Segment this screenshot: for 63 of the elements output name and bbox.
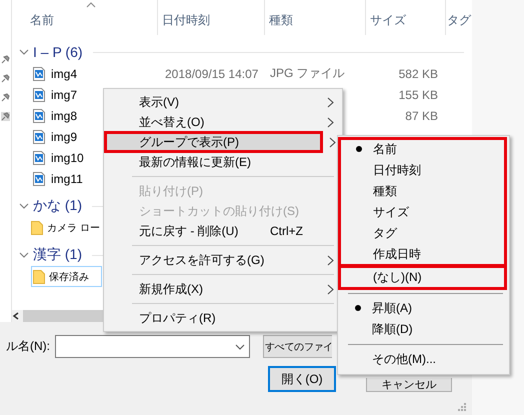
file-name[interactable]: img7 xyxy=(51,88,78,102)
image-file-icon xyxy=(33,88,45,102)
menu-item[interactable]: 新規作成(X) xyxy=(104,279,335,299)
image-file-icon xyxy=(33,108,45,122)
menu-item[interactable]: 元に戻す - 削除(U) Ctrl+Z xyxy=(104,221,335,241)
menu-item[interactable]: その他(M)... xyxy=(338,349,509,370)
menu-item[interactable]: 作成日時 xyxy=(339,244,506,265)
file-name-field[interactable] xyxy=(55,335,250,358)
file-name[interactable]: img9 xyxy=(51,130,78,144)
menu-item[interactable]: 降順(D) xyxy=(338,319,509,340)
group-header[interactable]: 漢字 (1) xyxy=(33,246,82,264)
menu-item[interactable]: 最新の情報に更新(E) xyxy=(104,152,335,172)
file-date: 2018/09/15 14:07 xyxy=(165,66,258,80)
file-size: 582 KB xyxy=(398,66,438,80)
chevron-down-icon[interactable] xyxy=(19,47,29,57)
cancel-button[interactable]: キャンセル xyxy=(366,378,452,392)
file-size: 87 KB xyxy=(405,108,438,122)
column-header[interactable]: サイズ xyxy=(366,0,446,35)
image-file-icon xyxy=(33,172,45,186)
file-name[interactable]: img8 xyxy=(51,108,78,122)
column-header[interactable]: 名前 xyxy=(12,0,158,35)
pin-icon xyxy=(1,55,10,64)
menu-item[interactable]: 日付時刻 xyxy=(339,160,506,181)
menu-item[interactable]: (なし)(N) xyxy=(339,267,506,288)
column-header[interactable]: 日付時刻 xyxy=(158,0,265,35)
group-header[interactable]: かな (1) xyxy=(33,197,82,215)
file-type: JPG ファイル xyxy=(270,66,345,80)
image-file-icon xyxy=(33,66,45,80)
file-type-dropdown[interactable]: すべてのファイ xyxy=(263,335,332,358)
menu-item[interactable]: サイズ xyxy=(339,202,506,223)
group-header[interactable]: I – P (6) xyxy=(33,44,83,60)
pin-icon xyxy=(1,74,10,83)
chevron-down-icon[interactable] xyxy=(19,250,29,260)
menu-item[interactable]: 昇順(A) xyxy=(338,298,509,319)
menu-item[interactable]: 表示(V) xyxy=(104,92,335,112)
menu-item[interactable]: 種類 xyxy=(339,181,506,202)
dropdown-caret-icon xyxy=(235,344,245,350)
menu-item[interactable]: プロパティ(R) xyxy=(104,308,335,328)
image-file-icon xyxy=(33,150,45,164)
menu-item[interactable]: 名前 xyxy=(339,139,506,160)
open-button[interactable]: 開く(O) xyxy=(268,366,336,392)
file-name-label: ル名(N): xyxy=(6,338,51,355)
chevron-down-icon[interactable] xyxy=(19,201,29,211)
file-name[interactable]: img10 xyxy=(51,150,84,164)
file-name[interactable]: img4 xyxy=(51,66,78,80)
file-name[interactable]: 保存済み xyxy=(49,270,89,284)
scroll-left-icon[interactable] xyxy=(12,312,20,320)
menu-item[interactable]: タグ xyxy=(339,223,506,244)
pin-icon xyxy=(1,93,10,102)
file-size: 155 KB xyxy=(398,88,438,102)
folder-icon xyxy=(33,270,45,284)
shortcut-label: Ctrl+Z xyxy=(270,224,303,238)
column-header[interactable]: 種類 xyxy=(265,0,366,35)
scrollbar-thumb[interactable] xyxy=(23,310,103,322)
menu-item[interactable]: 並べ替え(O) xyxy=(104,112,335,132)
file-name[interactable]: img11 xyxy=(51,172,83,186)
file-name[interactable]: カメラ ロー xyxy=(47,220,100,234)
resize-grip-icon[interactable] xyxy=(458,403,466,411)
column-header[interactable]: タグ xyxy=(446,0,472,35)
image-file-icon xyxy=(33,130,45,144)
folder-icon xyxy=(31,220,43,234)
menu-item[interactable]: アクセスを許可する(G) xyxy=(104,250,335,270)
selected-row[interactable]: 保存済み xyxy=(31,266,102,287)
